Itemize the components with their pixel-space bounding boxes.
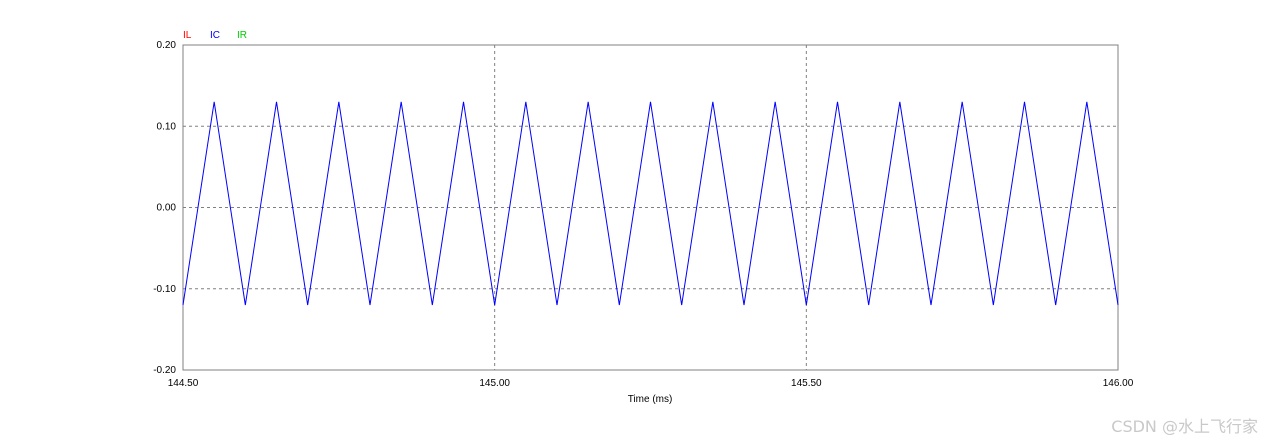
legend-item-il: IL bbox=[183, 30, 192, 41]
watermark: CSDN @水上飞行家 bbox=[1111, 417, 1258, 436]
y-tick-label: 0.00 bbox=[157, 203, 177, 214]
x-tick-label: 145.50 bbox=[791, 378, 822, 389]
x-tick-label: 144.50 bbox=[168, 378, 199, 389]
y-tick-label: 0.10 bbox=[157, 121, 177, 132]
x-axis-label: Time (ms) bbox=[628, 394, 673, 405]
y-tick-label: -0.10 bbox=[153, 284, 176, 295]
chart: 0.20 0.10 0.00 -0.10 -0.20 144.50 145.00 145.5… bbox=[153, 30, 1134, 405]
y-tick-labels: 0.20 0.10 0.00 -0.10 -0.20 bbox=[153, 40, 176, 376]
legend-item-ic: IC bbox=[210, 30, 220, 41]
series-line-ic bbox=[182, 101, 1119, 306]
series-layer bbox=[182, 101, 1119, 306]
x-tick-label: 145.00 bbox=[479, 378, 510, 389]
legend: IL IC IR bbox=[183, 30, 247, 41]
x-tick-label: 146.00 bbox=[1103, 378, 1134, 389]
x-tick-labels: 144.50 145.00 145.50 146.00 bbox=[168, 378, 1134, 389]
grid-lines bbox=[183, 45, 1118, 370]
y-tick-label: 0.20 bbox=[157, 40, 177, 51]
legend-item-ir: IR bbox=[237, 30, 247, 41]
y-tick-label: -0.20 bbox=[153, 365, 176, 376]
